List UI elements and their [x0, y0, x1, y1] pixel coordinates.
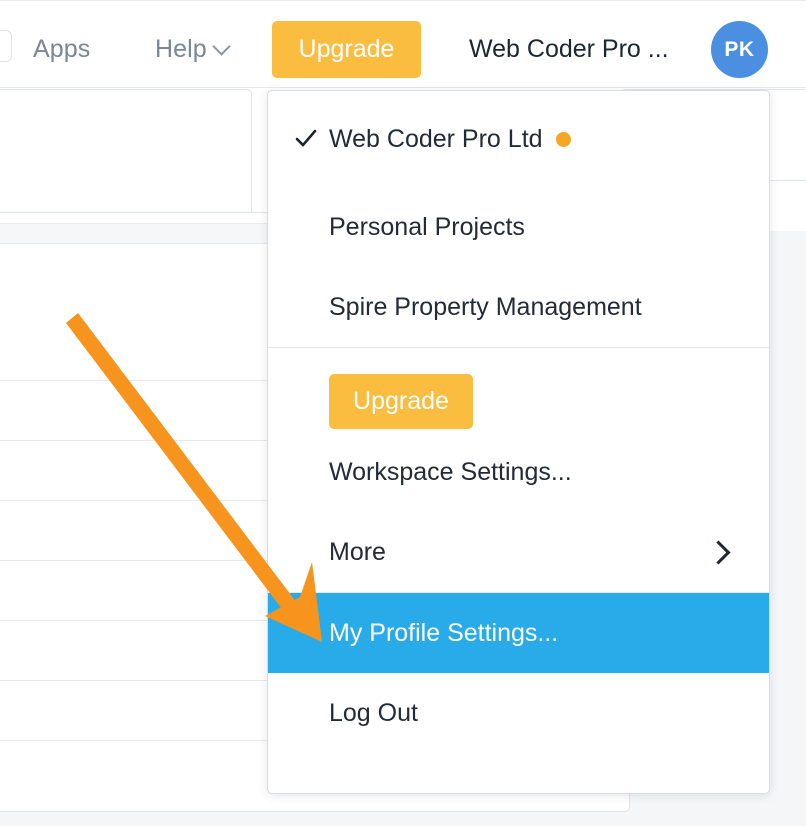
- menu-item-workspace-web-coder-pro-ltd[interactable]: Web Coder Pro Ltd: [268, 91, 769, 187]
- menu-item-more[interactable]: More: [268, 512, 769, 592]
- upgrade-button-menu[interactable]: Upgrade: [329, 374, 473, 429]
- menu-item-label: Workspace Settings...: [329, 458, 572, 487]
- nav-apps-label: Apps: [33, 35, 90, 63]
- menu-item-my-profile-settings[interactable]: My Profile Settings...: [268, 593, 769, 673]
- menu-item-workspace-spire-property-management[interactable]: Spire Property Management: [268, 267, 769, 347]
- menu-item-label: My Profile Settings...: [329, 619, 558, 648]
- account-dropdown-menu: Web Coder Pro Ltd Personal Projects Spir…: [267, 90, 770, 794]
- check-icon: [295, 128, 317, 150]
- menu-upgrade-row: Upgrade: [268, 348, 769, 432]
- nav-item-help[interactable]: Help: [155, 35, 228, 64]
- menu-item-workspace-personal-projects[interactable]: Personal Projects: [268, 187, 769, 267]
- content-card-left: [0, 89, 252, 231]
- app-root: Apps Help Upgrade Web Coder Pro ... PK W…: [0, 0, 806, 826]
- upgrade-button-topbar[interactable]: Upgrade: [272, 21, 421, 78]
- chevron-right-icon: [706, 540, 730, 564]
- workspace-status-dot: [556, 132, 571, 147]
- menu-item-label: Spire Property Management: [329, 293, 642, 322]
- menu-item-label: Log Out: [329, 699, 418, 728]
- nav-overflow-chip[interactable]: [0, 30, 12, 62]
- menu-item-workspace-settings[interactable]: Workspace Settings...: [268, 432, 769, 512]
- nav-help-label: Help: [155, 35, 207, 63]
- menu-item-label: Personal Projects: [329, 213, 525, 242]
- menu-item-label: More: [329, 538, 386, 567]
- topbar-top-hairline: [0, 0, 806, 1]
- menu-item-label: Web Coder Pro Ltd: [329, 125, 543, 154]
- nav-item-apps[interactable]: Apps: [33, 35, 90, 64]
- chevron-down-icon: [212, 37, 230, 55]
- avatar[interactable]: PK: [711, 21, 768, 78]
- workspace-switcher-label[interactable]: Web Coder Pro ...: [469, 35, 669, 64]
- menu-item-log-out[interactable]: Log Out: [268, 673, 769, 753]
- top-navigation-bar: Apps Help Upgrade Web Coder Pro ... PK: [0, 0, 806, 88]
